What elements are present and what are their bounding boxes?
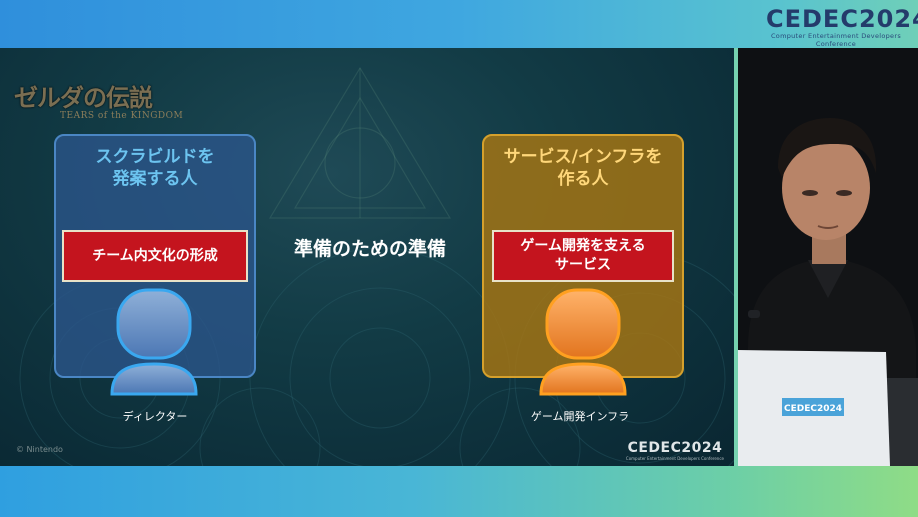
cedec-logo: CEDEC2024 Computer Entertainment Develop… — [766, 5, 918, 48]
person-label-director: ディレクター — [122, 410, 188, 423]
game-logo-title: ゼルダの伝説 — [14, 83, 153, 112]
center-heading: 準備のための準備 — [293, 238, 446, 260]
copyright-notice: © Nintendo — [16, 445, 63, 454]
box-text-line: ゲーム開発を支える — [520, 238, 646, 254]
person-icon — [110, 288, 198, 396]
speaker-camera: CEDEC2024 — [738, 48, 918, 466]
box-text: チーム内文化の形成 — [92, 247, 218, 264]
game-logo-subtitle: TEARS of the KINGDOM — [60, 111, 184, 121]
card-title-line: スクラビルドを — [95, 147, 215, 167]
card-title-line: 発案する人 — [112, 169, 198, 189]
cedec-logo-subtitle: Computer Entertainment Developers Confer… — [770, 32, 902, 48]
card-title: スクラビルドを 発案する人 — [56, 146, 254, 190]
cedec-logo-mark: CEDEC2024 — [766, 5, 918, 33]
card-title: サービス/インフラを 作る人 — [484, 146, 682, 190]
box-team-culture: チーム内文化の形成 — [62, 230, 248, 282]
box-text-line: サービス — [554, 257, 611, 273]
laptop-sticker-text: CEDEC2024 — [784, 404, 842, 414]
box-dev-services: ゲーム開発を支える サービス — [492, 230, 674, 282]
slide-logo-subtitle: Computer Entertainment Developers Confer… — [625, 456, 724, 461]
bottom-banner — [0, 466, 918, 517]
card-title-line: サービス/インフラを — [503, 147, 663, 167]
person-label-infra: ゲーム開発インフラ — [530, 410, 630, 423]
presentation-slide: ゼルダの伝説 TEARS of the KINGDOM スクラビルドを 発案する… — [0, 48, 734, 466]
card-title-line: 作る人 — [557, 169, 609, 189]
slide-cedec-logo: CEDEC2024 Computer Entertainment Develop… — [626, 440, 724, 461]
speaker-video: CEDEC2024 — [738, 48, 918, 466]
game-logo: ゼルダの伝説 TEARS of the KINGDOM — [14, 78, 183, 121]
person-icon — [539, 288, 627, 396]
slide-logo-mark: CEDEC2024 — [627, 440, 723, 456]
